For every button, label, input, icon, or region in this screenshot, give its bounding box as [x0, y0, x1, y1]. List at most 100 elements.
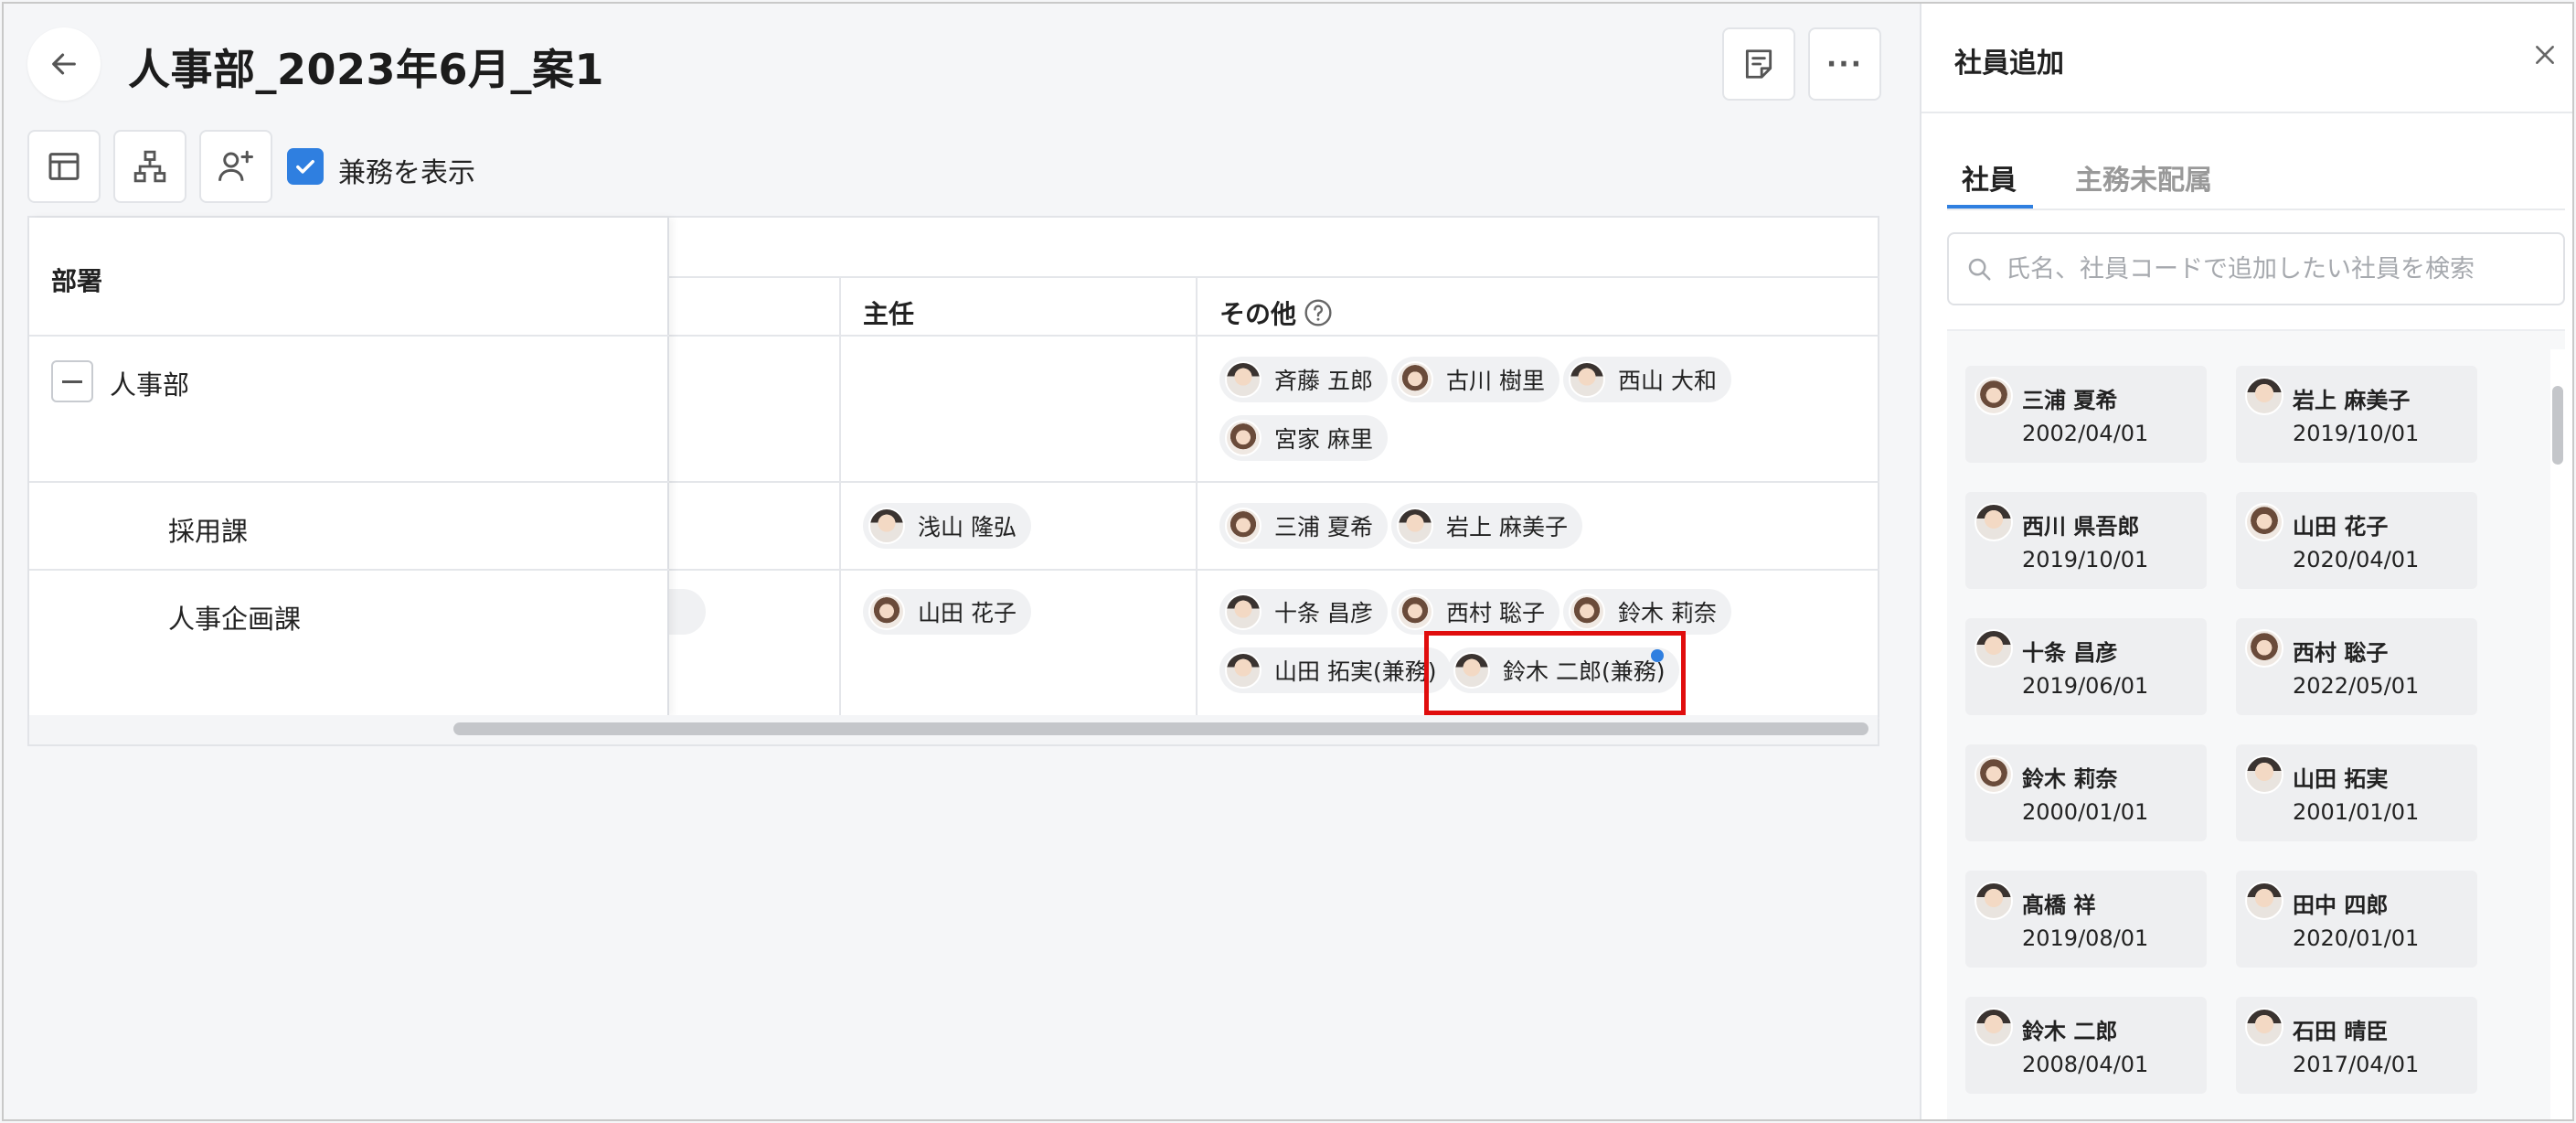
employee-name: 西村 聡子	[2293, 640, 2389, 666]
employee-name: 十条 昌彦	[1274, 600, 1373, 626]
employee-name: 西山 大和	[1618, 368, 1717, 394]
avatar	[1225, 652, 1261, 689]
employee-date: 2017/04/01	[2293, 1052, 2420, 1077]
app-frame: 人事部_2023年6月_案1 ··· 兼務を表示 主任 その他 浅山 隆弘 山田…	[2, 2, 2574, 1121]
member-chip[interactable]: 岩上 麻美子	[1391, 503, 1582, 549]
arrow-left-icon	[52, 53, 76, 75]
avatar	[2245, 377, 2283, 415]
new-indicator-dot	[1651, 649, 1664, 662]
employee-name: 宮家 麻里	[1274, 426, 1373, 453]
employee-date: 2019/08/01	[2022, 925, 2149, 951]
employee-name: 浅山 隆弘	[918, 514, 1017, 540]
employee-name: 鈴木 二郎	[2022, 1019, 2118, 1044]
avatar	[1225, 594, 1261, 630]
employee-name: 山田 花子	[918, 600, 1017, 626]
employee-card[interactable]: 田中 四郎 2020/01/01	[2236, 871, 2477, 968]
dept-name: 採用課	[168, 516, 249, 547]
employee-name: 十条 昌彦	[2022, 640, 2118, 666]
avatar	[1225, 508, 1261, 544]
member-chip[interactable]: 三浦 夏希	[1219, 503, 1388, 549]
employee-card[interactable]: 西村 聡子 2022/05/01	[2236, 618, 2477, 715]
avatar	[2245, 503, 2283, 541]
chief-chip[interactable]: 山田 花子	[863, 589, 1031, 635]
collapse-button[interactable]	[51, 360, 93, 402]
employee-card[interactable]: 石田 晴臣 2017/04/01	[2236, 997, 2477, 1094]
employee-name: 古川 樹里	[1446, 368, 1545, 394]
member-chip[interactable]: 宮家 麻里	[1219, 415, 1388, 461]
employee-name: 鈴木 莉奈	[2022, 766, 2118, 792]
avatar	[1397, 594, 1433, 630]
vertical-scrollbar[interactable]	[2550, 349, 2565, 1119]
employee-card[interactable]: 鈴木 二郎 2008/04/01	[1965, 997, 2207, 1094]
member-chip[interactable]: 古川 樹里	[1391, 357, 1559, 402]
check-icon	[296, 160, 314, 174]
avatar	[1975, 503, 2013, 541]
employee-search[interactable]	[1947, 232, 2565, 305]
member-chip[interactable]: 山田 拓実(兼務)	[1219, 647, 1452, 693]
employee-name: 山田 拓実	[2293, 766, 2389, 792]
employee-name: 髙橋 祥	[2022, 893, 2096, 918]
employee-card[interactable]: 西川 県吾郎 2019/10/01	[1965, 492, 2207, 589]
add-person-icon	[218, 150, 253, 181]
back-button[interactable]	[27, 27, 101, 101]
employee-date: 2020/01/01	[2293, 925, 2420, 951]
member-chip[interactable]: 十条 昌彦	[1219, 589, 1388, 635]
table-view-button[interactable]	[27, 130, 101, 203]
memo-button[interactable]	[1722, 27, 1795, 101]
avatar	[1397, 361, 1433, 398]
horizontal-scrollbar-thumb[interactable]	[453, 722, 1868, 735]
close-button[interactable]	[2525, 35, 2565, 75]
avatar	[2245, 1008, 2283, 1046]
add-person-button[interactable]	[199, 130, 272, 203]
employee-name: 山田 拓実(兼務)	[1274, 658, 1437, 685]
avatar	[1569, 594, 1605, 630]
close-icon	[2536, 46, 2554, 64]
avatar	[2245, 629, 2283, 668]
org-chart-button[interactable]	[113, 130, 186, 203]
more-icon: ···	[1826, 48, 1864, 80]
dept-name: 人事企画課	[168, 604, 302, 635]
employee-name: 斉藤 五郎	[1274, 368, 1373, 394]
show-concurrent-label: 兼務を表示	[338, 157, 475, 189]
page-title: 人事部_2023年6月_案1	[128, 45, 605, 94]
employee-date: 2019/10/01	[2293, 421, 2420, 446]
employee-date: 2020/04/01	[2293, 547, 2420, 572]
employee-name: 三浦 夏希	[1274, 514, 1373, 540]
employee-name: 西川 県吾郎	[2022, 514, 2140, 540]
avatar	[1975, 377, 2013, 415]
more-button[interactable]: ···	[1808, 27, 1881, 101]
chief-chip[interactable]: 浅山 隆弘	[863, 503, 1031, 549]
member-chip[interactable]: 鈴木 莉奈	[1563, 589, 1731, 635]
employee-date: 2019/06/01	[2022, 673, 2149, 699]
avatar	[868, 594, 905, 630]
tab-employees[interactable]: 社員	[1962, 157, 2017, 198]
avatar	[2245, 882, 2283, 920]
tab-unassigned[interactable]: 主務未配属	[2075, 157, 2212, 198]
member-chip[interactable]: 斉藤 五郎	[1219, 357, 1388, 402]
employee-card[interactable]: 山田 花子 2020/04/01	[2236, 492, 2477, 589]
employee-card[interactable]: 三浦 夏希 2002/04/01	[1965, 366, 2207, 463]
search-icon	[1968, 258, 1991, 281]
show-concurrent-checkbox[interactable]	[287, 148, 324, 185]
employee-card[interactable]: 岩上 麻美子 2019/10/01	[2236, 366, 2477, 463]
employee-card[interactable]: 十条 昌彦 2019/06/01	[1965, 618, 2207, 715]
vertical-scrollbar-thumb[interactable]	[2552, 386, 2563, 465]
employee-card[interactable]: 山田 拓実 2001/01/01	[2236, 744, 2477, 841]
employee-date: 2022/05/01	[2293, 673, 2420, 699]
help-icon[interactable]	[1304, 298, 1333, 327]
search-input[interactable]	[2006, 254, 2554, 283]
avatar	[1225, 420, 1261, 456]
employee-card[interactable]: 鈴木 莉奈 2000/01/01	[1965, 744, 2207, 841]
selection-highlight	[1424, 631, 1686, 715]
employee-name: 岩上 麻美子	[2293, 388, 2411, 413]
employee-name: 鈴木 莉奈	[1618, 600, 1717, 626]
member-chip[interactable]: 西村 聡子	[1391, 589, 1559, 635]
employee-date: 2001/01/01	[2293, 799, 2420, 825]
horizontal-scrollbar[interactable]	[29, 715, 1878, 744]
org-chart-icon	[133, 150, 166, 183]
member-chip[interactable]: 西山 大和	[1563, 357, 1731, 402]
avatar	[2245, 755, 2283, 794]
employee-card[interactable]: 髙橋 祥 2019/08/01	[1965, 871, 2207, 968]
col-header-other-label: その他	[1219, 299, 1297, 329]
employee-date: 2008/04/01	[2022, 1052, 2149, 1077]
